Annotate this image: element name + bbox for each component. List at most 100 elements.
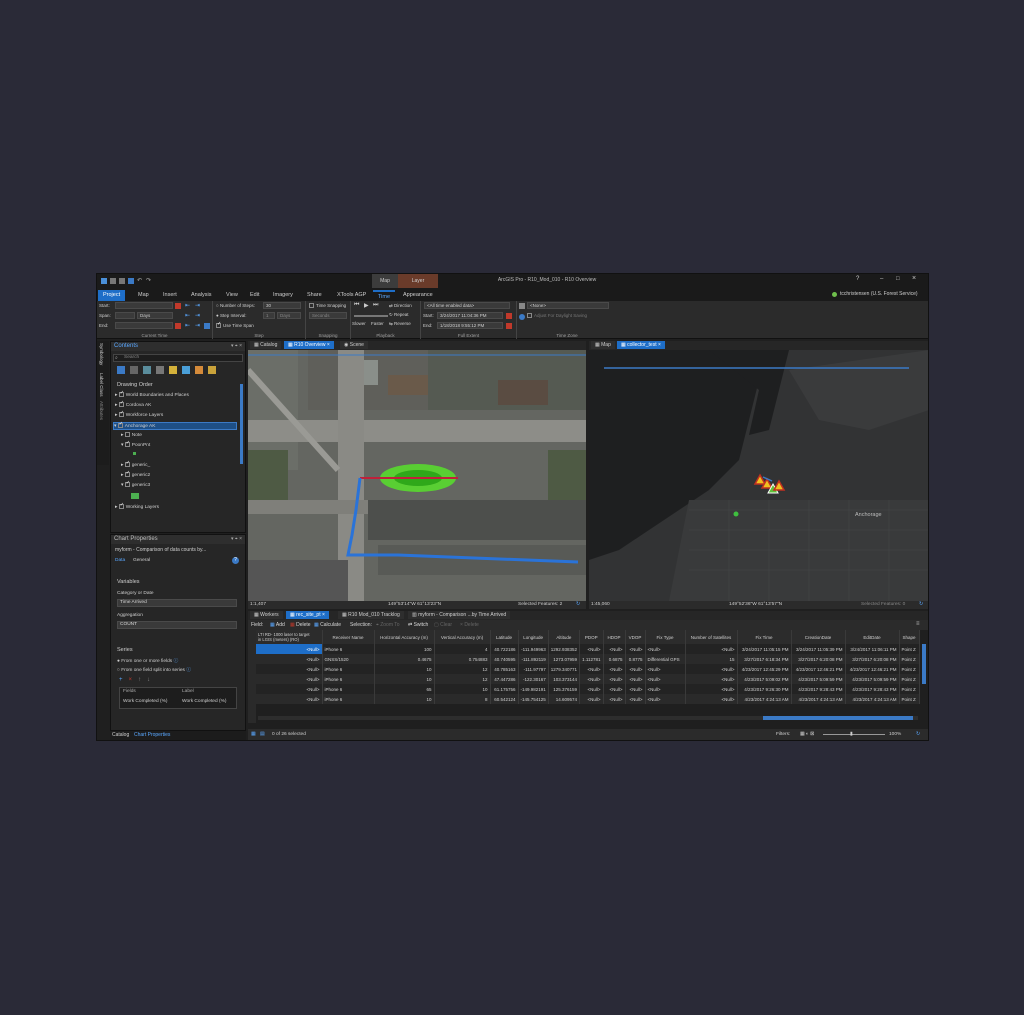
- cell[interactable]: 4/23/2017 9:28:43 PM: [845, 684, 900, 694]
- cell[interactable]: <Null>: [256, 644, 323, 654]
- cell[interactable]: -111.97797: [518, 664, 549, 674]
- delete-selection-button[interactable]: × Delete: [460, 622, 479, 628]
- cell[interactable]: -111.949963: [518, 644, 549, 654]
- view-tab-scene[interactable]: ◉ Scene: [340, 341, 368, 349]
- list-by-editing-icon[interactable]: [156, 366, 164, 374]
- tab-edit[interactable]: Edit: [245, 290, 264, 301]
- cell[interactable]: Point Z: [899, 654, 920, 664]
- end-forward-icon[interactable]: ⇥: [195, 323, 201, 329]
- cell[interactable]: Point Z: [899, 684, 920, 694]
- cell[interactable]: 3/24/2017 11:06:11 PM: [845, 644, 900, 654]
- series-label-value[interactable]: Work Completed (%): [182, 699, 226, 704]
- list-by-source-icon[interactable]: [130, 366, 138, 374]
- cell[interactable]: <Null>: [645, 694, 686, 704]
- cell[interactable]: <Null>: [625, 684, 646, 694]
- cell[interactable]: 4/23/2017 9:26:30 PM: [737, 684, 792, 694]
- series-opt2-radio[interactable]: ○ From one field split into series ⓘ: [117, 666, 191, 673]
- cell[interactable]: 4/23/2017 12:46:21 PM: [845, 664, 900, 674]
- cell[interactable]: 4/23/2017 5:09:02 PM: [737, 674, 792, 684]
- cell[interactable]: 40.722186: [490, 644, 519, 654]
- span-forward-icon[interactable]: ⇥: [195, 313, 201, 319]
- end-field[interactable]: [115, 322, 173, 329]
- cell[interactable]: 4/23/2017 5:09:59 PM: [845, 674, 900, 684]
- calendar-icon[interactable]: [175, 303, 181, 309]
- zoom-level[interactable]: 100%: [889, 729, 901, 740]
- cell[interactable]: <Null>: [603, 674, 626, 684]
- cell[interactable]: 8: [434, 694, 491, 704]
- cell[interactable]: 0.8775: [625, 654, 646, 664]
- table-tab-chart[interactable]: ▥ myform - Comparison ...by Time Arrived: [408, 611, 511, 619]
- cell[interactable]: <Null>: [579, 694, 604, 704]
- list-by-drawing-order-icon[interactable]: [117, 366, 125, 374]
- snapping-unit-select[interactable]: Seconds: [309, 312, 347, 319]
- table-tab-rec-site-pt[interactable]: ▦ rec_site_pt ×: [286, 611, 329, 619]
- table-row[interactable]: <Null> iPhone 6 10 8 60.542124 -145.7541…: [256, 694, 920, 704]
- view-tab-catalog[interactable]: ▦ Catalog: [250, 341, 282, 349]
- cell[interactable]: 1292.938352: [548, 644, 581, 654]
- col-header-satellites[interactable]: Number of Satellites: [685, 630, 738, 644]
- zoom-to-button[interactable]: ⌖ Zoom To: [376, 622, 400, 628]
- cell[interactable]: <Null>: [579, 684, 604, 694]
- tab-project[interactable]: Project: [98, 290, 126, 301]
- step-interval-radio[interactable]: ● Step Interval:: [216, 313, 246, 318]
- tab-time[interactable]: Time: [373, 290, 396, 301]
- col-header-hdop[interactable]: HDOP: [603, 630, 626, 644]
- cell[interactable]: 4/23/2017 4:24:13 AM: [845, 694, 900, 704]
- cell[interactable]: Point Z: [899, 644, 920, 654]
- cell[interactable]: 61.175756: [490, 684, 519, 694]
- cell[interactable]: <Null>: [625, 664, 646, 674]
- side-tab-label-class[interactable]: Label Class: [99, 373, 104, 397]
- zoom-slider-thumb[interactable]: ▮: [850, 729, 853, 740]
- cell[interactable]: 4: [434, 644, 491, 654]
- col-header-pdop[interactable]: PDOP: [579, 630, 604, 644]
- cell[interactable]: 14.609574: [548, 694, 581, 704]
- cell[interactable]: iPhone 6: [322, 674, 375, 684]
- cell[interactable]: 47.447286: [490, 674, 519, 684]
- cell[interactable]: 40.740595: [490, 654, 519, 664]
- span-field[interactable]: [115, 312, 135, 319]
- repeat-button[interactable]: ↻ Repeat: [389, 312, 409, 318]
- col-header-receiver[interactable]: Receiver Name: [322, 630, 375, 644]
- extent-end-calendar-icon[interactable]: [506, 323, 512, 329]
- cell[interactable]: 10: [434, 684, 491, 694]
- interval-field[interactable]: 1: [263, 312, 275, 319]
- tab-share[interactable]: Share: [302, 290, 327, 301]
- show-selected-records-icon[interactable]: ▤: [260, 729, 265, 740]
- cell[interactable]: 15: [685, 654, 738, 664]
- layer-generic[interactable]: ▸ generic_: [121, 460, 150, 468]
- tab-analysis[interactable]: Analysis: [186, 290, 216, 301]
- feature-marker-cluster[interactable]: [752, 473, 787, 495]
- extent-start-calendar-icon[interactable]: [506, 313, 512, 319]
- cell[interactable]: <Null>: [579, 644, 604, 654]
- cell[interactable]: 0.754883: [434, 654, 491, 664]
- cell[interactable]: <Null>: [645, 684, 686, 694]
- table-row[interactable]: <Null> GNSS/1520 0.4675 0.754883 40.7405…: [256, 654, 920, 664]
- cell[interactable]: <Null>: [579, 664, 604, 674]
- cell[interactable]: <Null>: [685, 674, 738, 684]
- cell[interactable]: 3/27/2017 6:18:34 PM: [737, 654, 792, 664]
- list-by-charts-icon[interactable]: [208, 366, 216, 374]
- table-row[interactable]: <Null> iPhone 6 10 12 47.447286 -122.301…: [256, 674, 920, 684]
- help-icon[interactable]: ?: [232, 557, 239, 564]
- cell[interactable]: <Null>: [685, 684, 738, 694]
- left-scale[interactable]: 1:1,407: [250, 601, 266, 609]
- layer-poonpnt[interactable]: ▾ PoonPnt: [121, 440, 150, 448]
- list-by-selection-icon[interactable]: [143, 366, 151, 374]
- cell[interactable]: 1.112781: [579, 654, 604, 664]
- layer-note[interactable]: ▸ Note: [121, 432, 142, 438]
- table-tab-workers[interactable]: ▦ Workers: [250, 611, 283, 619]
- move-down-icon[interactable]: ↓: [147, 677, 150, 683]
- layer-generic2[interactable]: ▸ generic2: [121, 470, 150, 478]
- zoom-slider[interactable]: [823, 734, 885, 735]
- extent-end-field[interactable]: 1/18/2018 9:55:12 PM: [437, 322, 503, 329]
- add-series-icon[interactable]: +: [119, 677, 123, 683]
- end-back-icon[interactable]: ⇤: [185, 323, 191, 329]
- right-scale[interactable]: 1:45,060: [591, 601, 610, 609]
- list-by-snapping-icon[interactable]: [169, 366, 177, 374]
- cell[interactable]: Point Z: [899, 674, 920, 684]
- tab-xtools[interactable]: XTools AGP: [332, 290, 371, 301]
- chart-tab-general[interactable]: General: [133, 558, 150, 563]
- delete-field-button[interactable]: ▦ Delete: [290, 622, 311, 628]
- table-menu-icon[interactable]: ≡: [916, 621, 920, 627]
- minimize-button[interactable]: –: [880, 276, 883, 282]
